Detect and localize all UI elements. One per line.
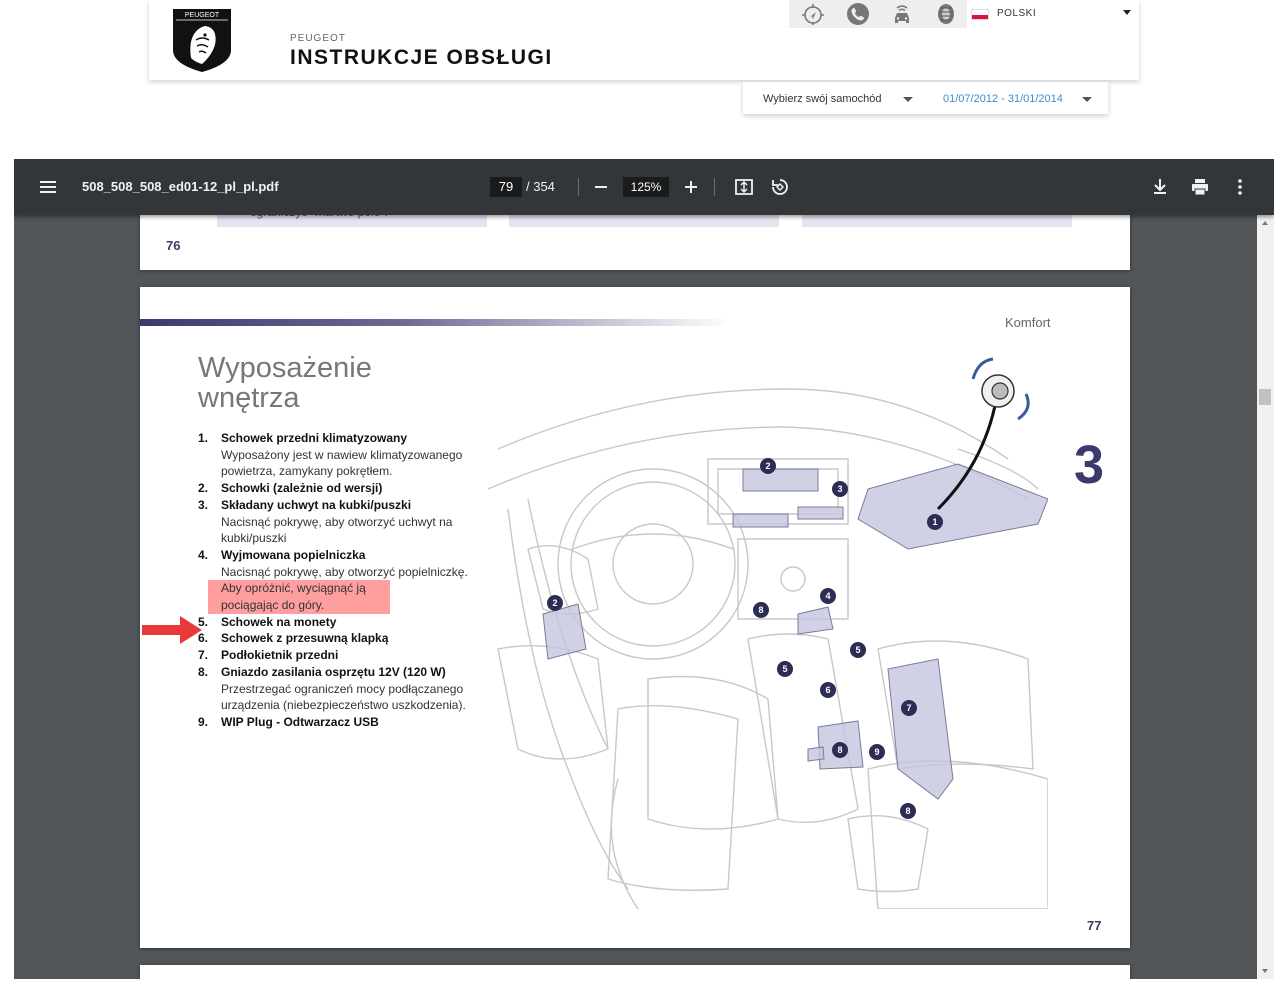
callout-8: 8 — [758, 605, 763, 615]
page-number-input[interactable]: 79 — [490, 177, 522, 197]
pdf-page-77: Komfort Wyposażenie wnętrza 1. Schowek p… — [140, 287, 1130, 948]
language-selector[interactable]: POLSKI — [971, 6, 1131, 22]
scroll-down-icon[interactable] — [1262, 969, 1268, 973]
callout-9: 9 — [874, 747, 879, 757]
list-item: 3. Składany uchwyt na kubki/puszki Nacis… — [198, 497, 453, 546]
scrollbar[interactable] — [1257, 215, 1274, 979]
scroll-up-icon[interactable] — [1262, 221, 1268, 225]
page-number: 76 — [166, 238, 181, 253]
pdf-viewer: 508_508_508_ed01-12_pl_pl.pdf 79 / 354 1… — [14, 159, 1274, 979]
toolbar-divider — [578, 178, 579, 196]
highlighted-note: Aby opróżnić, wyciągnąć ją pociągając do… — [208, 580, 390, 614]
list-item: 1. Schowek przedni klimatyzowany Wyposaż… — [198, 431, 463, 479]
callout-6: 6 — [825, 685, 830, 695]
file-title: 508_508_508_ed01-12_pl_pl.pdf — [82, 179, 279, 194]
page-number: 77 — [1087, 918, 1102, 933]
car-select-dropdown[interactable]: Wybierz swój samochód — [763, 93, 882, 105]
header-gradient-bar — [140, 319, 730, 326]
tire-icon[interactable] — [934, 2, 958, 26]
heading-line-1: Wyposażenie — [198, 352, 372, 384]
callout-8: 8 — [905, 806, 910, 816]
equipment-list: 1. Schowek przedni klimatyzowany Wyposaż… — [198, 430, 488, 731]
list-item: 2. Schowki (zależnie od wersji) — [198, 481, 383, 496]
callout-1: 1 — [932, 517, 937, 527]
zoom-in-icon[interactable] — [681, 177, 701, 197]
page-total: / 354 — [526, 179, 555, 194]
fit-page-icon[interactable] — [734, 177, 754, 197]
list-item: 4. Wyjmowana popielniczka Nacisnąć pokry… — [198, 547, 468, 614]
header-icon-bar — [789, 0, 967, 28]
list-item: 5. Schowek na monety — [198, 614, 337, 629]
logo-text: PEUGEOT — [185, 12, 220, 19]
toolbar-divider — [714, 178, 715, 196]
date-range-dropdown[interactable]: 01/07/2012 - 31/01/2014 — [943, 93, 1063, 105]
chevron-down-icon — [903, 97, 913, 102]
car-wifi-icon[interactable] — [890, 2, 914, 26]
car-interior-illustration: 1 2 2 3 4 5 5 6 7 8 8 8 9 — [488, 357, 1048, 909]
callout-2: 2 — [765, 461, 770, 471]
site-header: PEUGEOT PEUGEOT INSTRUKCJE OBSŁUGI POLSK… — [149, 0, 1139, 80]
page-heading: Wyposażenie wnętrza — [198, 353, 372, 413]
chapter-number: 3 — [1074, 435, 1105, 495]
heading-line-2: wnętrza — [198, 382, 300, 414]
brand-small: PEUGEOT — [290, 33, 346, 44]
print-icon[interactable] — [1190, 177, 1210, 197]
more-options-icon[interactable] — [1230, 177, 1250, 197]
scrollbar-thumb[interactable] — [1259, 389, 1271, 405]
callout-8: 8 — [837, 745, 842, 755]
brand-title: INSTRUKCJE OBSŁUGI — [290, 46, 553, 69]
pdf-toolbar: 508_508_508_ed01-12_pl_pl.pdf 79 / 354 1… — [14, 159, 1274, 215]
callout-3: 3 — [837, 484, 842, 494]
car-selection-panel: Wybierz swój samochód 01/07/2012 - 31/01… — [743, 82, 1108, 114]
menu-icon[interactable] — [38, 177, 58, 197]
navigation-icon[interactable] — [801, 2, 825, 26]
peugeot-logo[interactable]: PEUGEOT — [169, 6, 235, 74]
list-item: 7. Podłokietnik przedni — [198, 648, 339, 663]
list-item: 6. Schowek z przesuwną klapką — [198, 631, 389, 646]
phone-icon[interactable] — [846, 2, 870, 26]
red-arrow-icon — [142, 616, 202, 644]
callout-4: 4 — [825, 591, 830, 601]
zoom-out-icon[interactable] — [591, 177, 611, 197]
list-item: 9. WIP Plug - Odtwarzacz USB — [198, 714, 379, 729]
download-icon[interactable] — [1150, 177, 1170, 197]
callout-7: 7 — [906, 703, 911, 713]
language-label: POLSKI — [997, 8, 1037, 19]
callout-5: 5 — [782, 664, 787, 674]
poland-flag-icon — [971, 9, 989, 20]
list-item: 8. Gniazdo zasilania osprzętu 12V (120 W… — [198, 664, 466, 713]
zoom-level-input[interactable]: 125% — [623, 177, 669, 197]
callout-5: 5 — [855, 645, 860, 655]
chevron-down-icon — [1123, 10, 1131, 15]
callout-2: 2 — [552, 598, 557, 608]
pdf-page-78 — [140, 965, 1130, 979]
chevron-down-icon — [1082, 97, 1092, 102]
rotate-icon[interactable] — [770, 177, 790, 197]
section-label: Komfort — [1005, 315, 1051, 330]
